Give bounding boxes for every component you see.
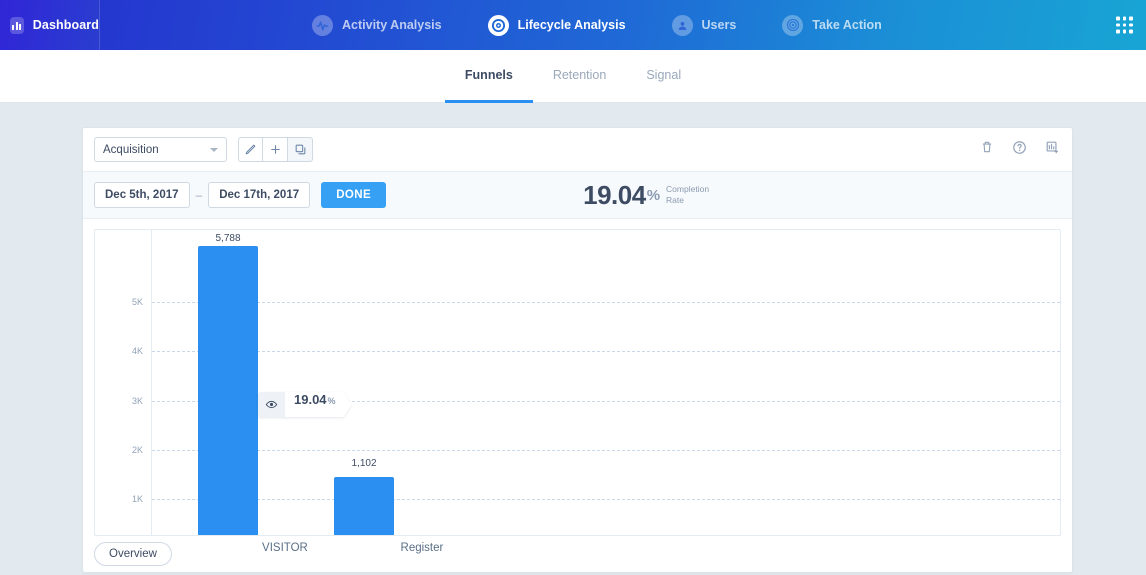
nav-item-label: Activity Analysis bbox=[342, 18, 442, 32]
add-funnel-button[interactable] bbox=[263, 137, 288, 162]
chart-y-axis: 5K 4K 3K 2K 1K bbox=[95, 230, 152, 535]
y-tick-label: 5K bbox=[131, 297, 143, 307]
brand-label: Dashboard bbox=[32, 18, 99, 32]
nav-item-label: Lifecycle Analysis bbox=[517, 18, 626, 32]
copy-icon bbox=[294, 143, 307, 156]
edit-funnel-button[interactable] bbox=[238, 137, 263, 162]
completion-rate-label: Completion Rate bbox=[666, 184, 709, 205]
funnel-card: Acquisition Dec 5th, 2017 – Dec 17th, 20… bbox=[82, 127, 1073, 573]
save-chart-icon bbox=[1045, 140, 1060, 160]
duplicate-funnel-button[interactable] bbox=[288, 137, 313, 162]
y-tick-label: 2K bbox=[131, 445, 143, 455]
done-button[interactable]: DONE bbox=[321, 182, 387, 208]
toolbar-right-icons bbox=[980, 140, 1060, 160]
nav-item-lifecycle-analysis[interactable]: Lifecycle Analysis bbox=[487, 14, 626, 36]
eye-icon bbox=[258, 392, 285, 417]
page-body: Acquisition Dec 5th, 2017 – Dec 17th, 20… bbox=[0, 103, 1146, 573]
chart-container: 5K 4K 3K 2K 1K 5,788 1,102 19.04 % bbox=[83, 219, 1072, 536]
chart-gridline bbox=[152, 302, 1060, 303]
grid-apps-icon[interactable] bbox=[1116, 16, 1133, 34]
tab-funnels[interactable]: Funnels bbox=[444, 50, 533, 103]
date-range-row: Dec 5th, 2017 – Dec 17th, 2017 DONE 19.0… bbox=[83, 171, 1072, 219]
funnel-toolbar: Acquisition bbox=[83, 128, 1072, 171]
question-circle-icon bbox=[1012, 140, 1027, 160]
funnel-bar-chart: 5K 4K 3K 2K 1K 5,788 1,102 19.04 % bbox=[94, 229, 1061, 536]
end-date-input[interactable]: Dec 17th, 2017 bbox=[208, 182, 311, 208]
delete-funnel-button[interactable] bbox=[980, 140, 994, 159]
tab-retention[interactable]: Retention bbox=[533, 50, 627, 103]
overview-button[interactable]: Overview bbox=[94, 541, 172, 566]
conversion-rate-unit: % bbox=[327, 396, 336, 406]
tab-signal[interactable]: Signal bbox=[626, 50, 701, 103]
bar-chart-icon bbox=[10, 16, 24, 34]
y-tick-label: 3K bbox=[131, 396, 143, 406]
bar-visitor[interactable] bbox=[198, 246, 258, 535]
funnel-select-value: Acquisition bbox=[103, 143, 159, 156]
chart-gridline bbox=[152, 450, 1060, 451]
nav-item-label: Users bbox=[701, 18, 737, 32]
brand-dashboard-link[interactable]: Dashboard bbox=[0, 0, 100, 50]
tab-label: Signal bbox=[646, 68, 682, 82]
funnel-select[interactable]: Acquisition bbox=[94, 137, 227, 162]
target-rings-icon bbox=[782, 14, 804, 36]
chevron-down-icon bbox=[210, 147, 218, 152]
help-button[interactable] bbox=[1012, 140, 1027, 160]
step-label-visitor[interactable]: VISITOR bbox=[262, 542, 308, 554]
chart-plot-area: 5,788 1,102 19.04% bbox=[152, 230, 1060, 535]
conversion-rate-value-wrap: 19.04% bbox=[285, 392, 352, 417]
y-tick-label: 1K bbox=[131, 494, 143, 504]
nav-items: Activity Analysis Lifecycle Analysis Use… bbox=[312, 14, 882, 36]
start-date-value: Dec 5th, 2017 bbox=[105, 189, 179, 201]
user-icon bbox=[671, 14, 693, 36]
completion-rate-label-line1: Completion bbox=[666, 184, 710, 195]
nav-item-activity-analysis[interactable]: Activity Analysis bbox=[312, 14, 442, 36]
completion-rate-value: 19.04 bbox=[583, 179, 646, 210]
tab-label: Retention bbox=[552, 68, 607, 82]
completion-rate-summary: 19.04 % Completion Rate bbox=[583, 180, 709, 211]
save-chart-button[interactable] bbox=[1045, 140, 1060, 160]
top-navigation-bar: Dashboard Activity Analysis Lifecycle An… bbox=[0, 0, 1146, 50]
tab-label: Funnels bbox=[464, 68, 513, 82]
pencil-icon bbox=[244, 143, 257, 156]
step-label-register[interactable]: Register bbox=[401, 542, 444, 554]
funnel-steps-row: Overview VISITOR Register bbox=[83, 536, 1072, 571]
plus-icon bbox=[269, 143, 282, 156]
nav-item-users[interactable]: Users bbox=[671, 14, 737, 36]
date-range-separator: – bbox=[195, 188, 203, 202]
nav-item-take-action[interactable]: Take Action bbox=[782, 14, 882, 36]
done-button-label: DONE bbox=[336, 189, 372, 201]
nav-item-label: Take Action bbox=[812, 18, 882, 32]
end-date-value: Dec 17th, 2017 bbox=[219, 189, 300, 201]
activity-pulse-icon bbox=[312, 14, 333, 36]
completion-rate-label-line2: Rate bbox=[666, 195, 685, 205]
bar-register[interactable] bbox=[334, 477, 394, 535]
trash-icon bbox=[980, 140, 994, 159]
funnel-action-buttons bbox=[238, 137, 313, 162]
overview-button-label: Overview bbox=[109, 547, 157, 560]
analysis-tabs: Funnels Retention Signal bbox=[0, 50, 1146, 103]
bar-value-label: 1,102 bbox=[351, 458, 377, 469]
start-date-input[interactable]: Dec 5th, 2017 bbox=[94, 182, 190, 208]
conversion-rate-value: 19.04 bbox=[294, 392, 327, 407]
y-tick-label: 4K bbox=[131, 346, 143, 356]
chart-gridline bbox=[152, 351, 1060, 352]
conversion-rate-badge[interactable]: 19.04% bbox=[258, 392, 352, 417]
step-labels: VISITOR Register bbox=[172, 542, 1061, 566]
bar-value-label: 5,788 bbox=[215, 233, 241, 244]
completion-rate-percent: % bbox=[646, 186, 661, 204]
chart-gridline bbox=[152, 499, 1060, 500]
lifecycle-target-icon bbox=[487, 14, 509, 36]
